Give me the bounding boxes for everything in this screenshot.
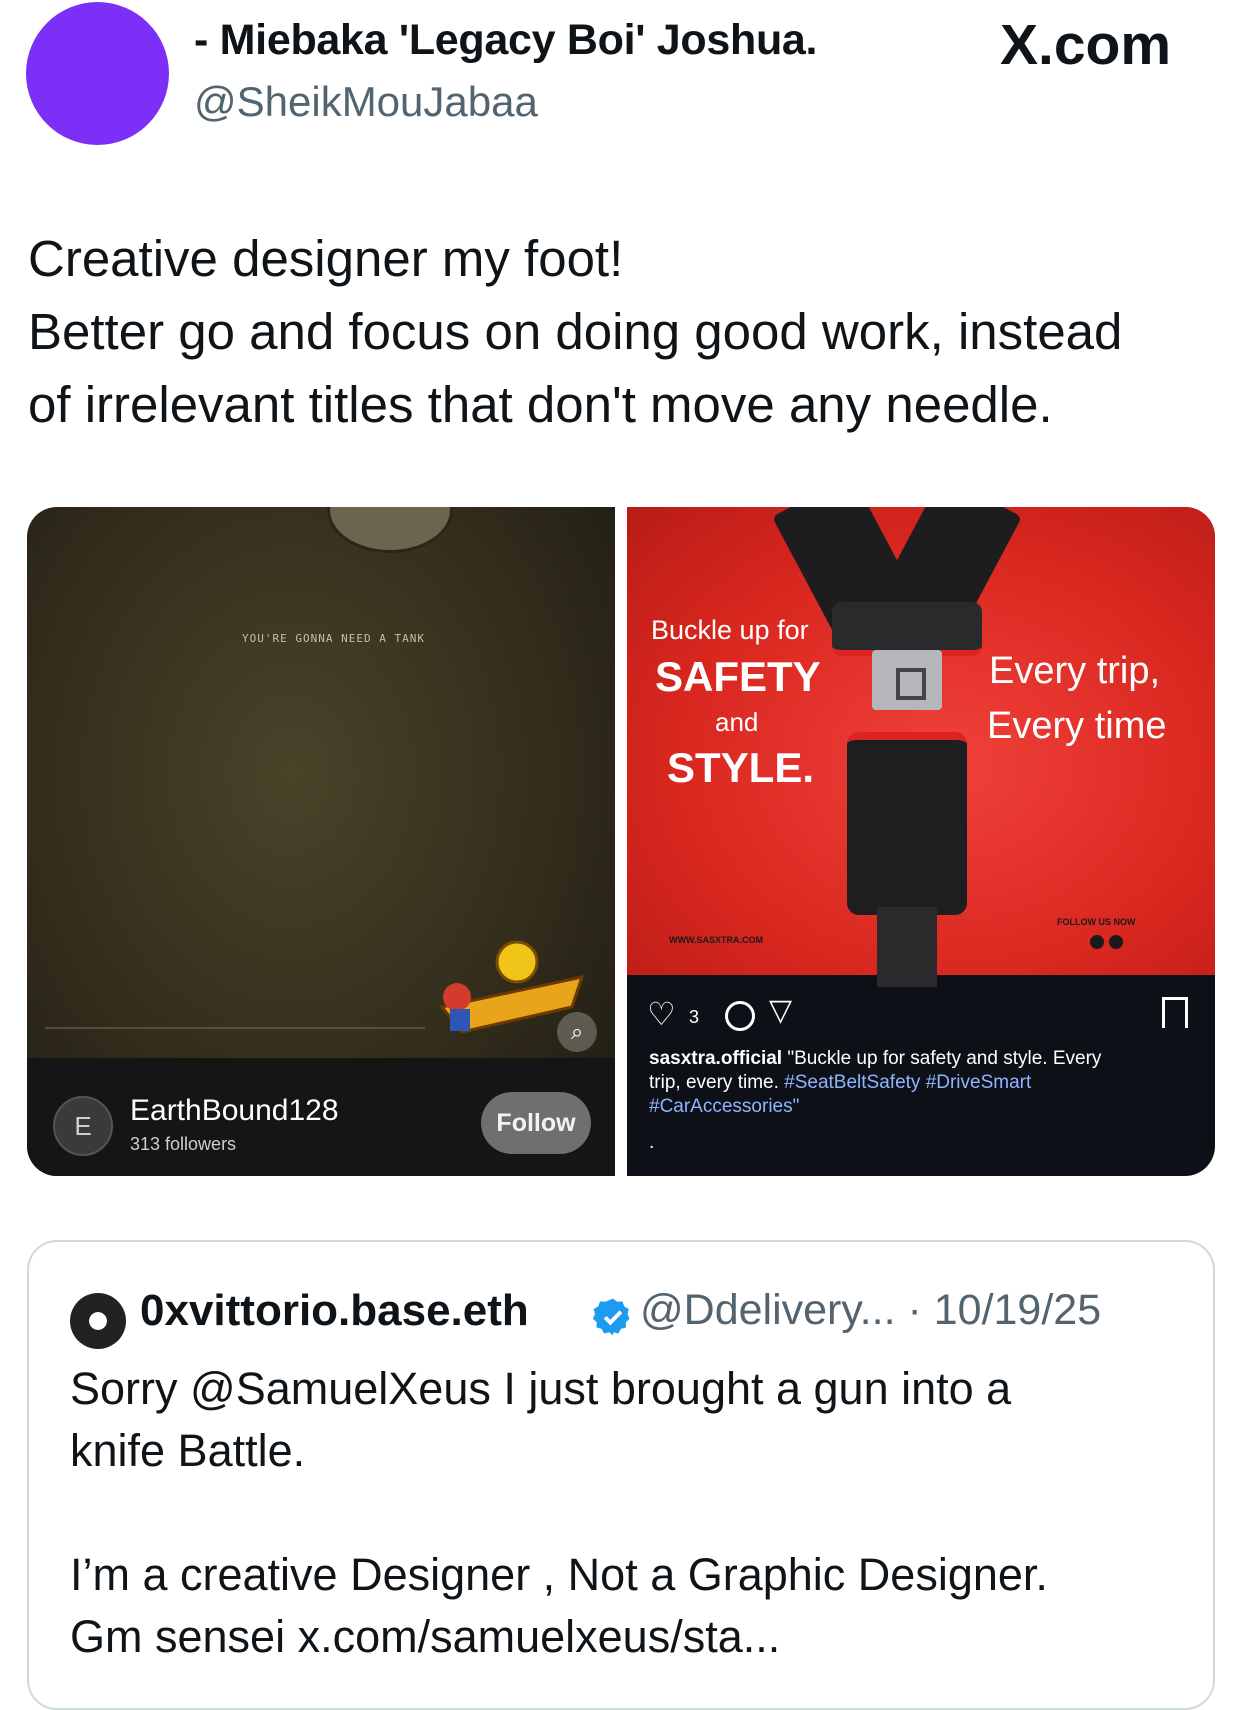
belt-base (877, 907, 937, 987)
follow-button[interactable]: Follow (481, 1092, 591, 1154)
bookmark-icon[interactable] (1162, 997, 1188, 1028)
copyright-strip (45, 1027, 425, 1029)
belt-latch-top (832, 602, 982, 656)
media-image-left[interactable]: YOU'RE GONNA NEED A TANK ⌕ E EarthBound1… (27, 507, 615, 1176)
quoted-text-line: Gm sensei x.com/samuelxeus/sta... (70, 1611, 781, 1662)
caption-text: "Buckle up for safety and style. Every (787, 1048, 1102, 1069)
comment-icon[interactable] (725, 1001, 755, 1031)
ad-line-4: STYLE. (667, 744, 815, 791)
art-caption: YOU'RE GONNA NEED A TANK (242, 632, 425, 645)
ad-right-line-2: Every time (987, 705, 1167, 747)
visual-search-icon[interactable]: ⌕ (557, 1012, 597, 1052)
post-caption: sasxtra.official "Buckle up for safety a… (649, 1047, 1209, 1155)
quoted-handle-date: @Ddelivery... · 10/19/25 (640, 1286, 1102, 1334)
media-image-right[interactable]: Buckle up for SAFETY and STYLE. Every tr… (627, 507, 1215, 1176)
tweet-text: Creative designer my foot! Better go and… (28, 222, 1228, 441)
ad-line-3: and (715, 707, 759, 737)
caption-hashtags[interactable]: #SeatBeltSafety #DriveSmart (784, 1072, 1031, 1093)
ad-url: WWW.SASXTRA.COM (669, 935, 763, 945)
quoted-text: Sorry @SamuelXeus I just brought a gun i… (70, 1358, 1200, 1668)
belt-tongue (872, 650, 942, 710)
art-object (327, 507, 453, 553)
tweet-text-line: Better go and focus on doing good work, … (28, 303, 1123, 360)
ad-line-2: SAFETY (655, 653, 821, 700)
card-username[interactable]: EarthBound128 (130, 1094, 339, 1128)
tweet-text-line: of irrelevant titles that don't move any… (28, 376, 1053, 433)
share-icon[interactable]: ▽ (769, 993, 792, 1028)
author-handle[interactable]: @SheikMouJabaa (194, 78, 538, 126)
like-icon[interactable]: ♡ (647, 995, 676, 1033)
instagram-icon (1109, 935, 1123, 949)
quoted-text-line (70, 1482, 1200, 1544)
avatar[interactable] (26, 2, 169, 145)
ad-line-1: Buckle up for (651, 615, 809, 645)
like-count: 3 (689, 1007, 700, 1027)
x-logo: X.com (1000, 13, 1172, 77)
tweet-text-line: Creative designer my foot! (28, 230, 624, 287)
quoted-display-name[interactable]: 0xvittorio.base.eth (140, 1286, 529, 1336)
caption-line-2: trip, every time. (649, 1072, 779, 1093)
verified-badge-icon (592, 1298, 630, 1336)
quoted-text-line: knife Battle. (70, 1425, 306, 1476)
ad-right-line-1: Every trip, (989, 650, 1161, 692)
user-badge[interactable]: E (53, 1096, 113, 1156)
card-footer: E EarthBound128 313 followers Follow (27, 1058, 615, 1176)
card-followers: 313 followers (130, 1134, 237, 1154)
caption-hashtags-2[interactable]: #CarAccessories" (649, 1095, 1209, 1119)
quoted-text-line: I’m a creative Designer , Not a Graphic … (70, 1549, 1048, 1600)
caption-dot: . (649, 1132, 655, 1153)
ad-graphic: Buckle up for SAFETY and STYLE. Every tr… (627, 507, 1215, 987)
author-display-name[interactable]: - Miebaka 'Legacy Boi' Joshua. (194, 16, 818, 65)
ad-follow-text: FOLLOW US NOW (1057, 917, 1136, 927)
belt-buckle (847, 732, 967, 915)
facebook-icon (1090, 935, 1104, 949)
quoted-avatar[interactable] (70, 1293, 126, 1349)
caption-username[interactable]: sasxtra.official (649, 1048, 782, 1069)
quoted-text-line: Sorry @SamuelXeus I just brought a gun i… (70, 1363, 1012, 1414)
